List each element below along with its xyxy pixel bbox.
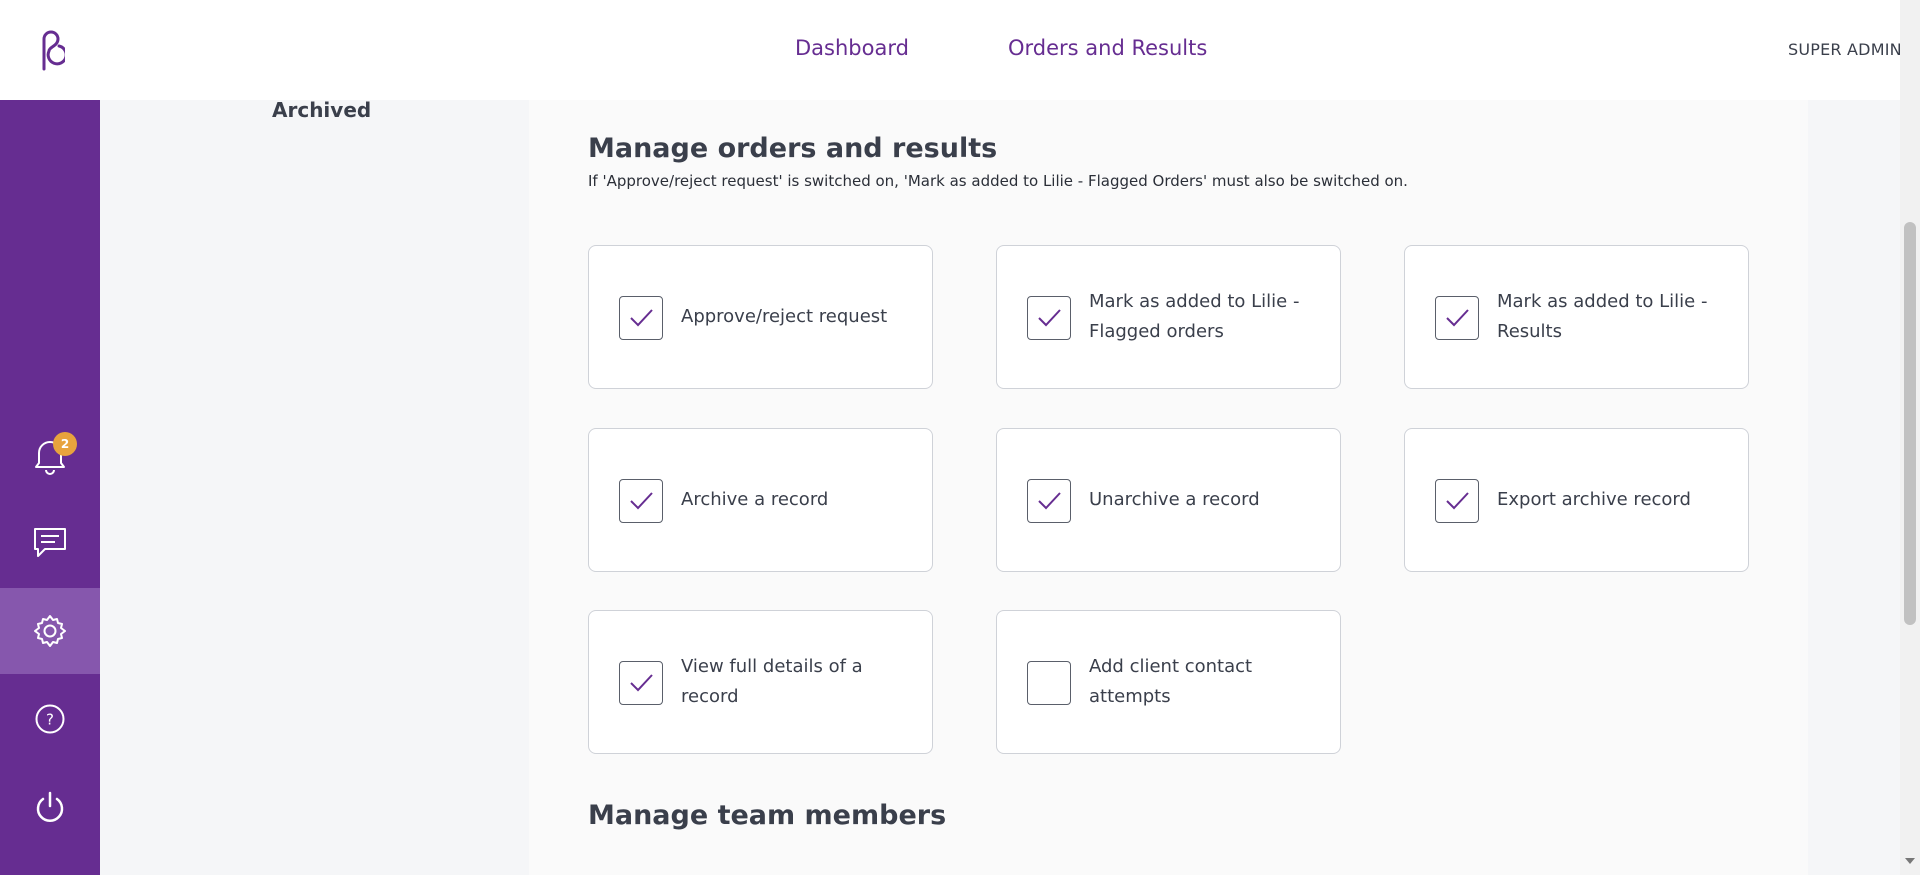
logo-icon [42,30,65,71]
permission-label: Approve/reject request [681,306,888,327]
help-icon: ? [35,704,65,734]
permission-checkbox[interactable] [1435,296,1479,340]
checkmark-icon [1038,309,1061,327]
gear-icon [34,615,66,647]
checkmark-icon [1038,492,1061,510]
permission-checkbox[interactable] [1027,661,1071,705]
orders-section-title: Manage orders and results [588,133,998,164]
permission-label: Mark as added to Lilie - Flagged orders [1089,291,1300,342]
nav-dashboard-link[interactable]: Dashboard [795,36,909,60]
permission-label: Unarchive a record [1089,489,1260,510]
nav-orders-results-link[interactable]: Orders and Results [1008,36,1207,60]
permission-card[interactable]: Unarchive a record [996,428,1341,572]
permission-label: View full details of a record [681,656,863,707]
scrollbar-thumb[interactable] [1904,222,1916,625]
permission-card[interactable]: Archive a record [588,428,933,572]
menu-item-archived[interactable]: Archived [272,98,371,122]
permission-card[interactable]: Mark as added to Lilie - Results [1404,245,1749,389]
permission-card[interactable]: Add client contact attempts [996,610,1341,754]
logo[interactable] [0,0,100,100]
permission-checkbox[interactable] [619,479,663,523]
notification-badge: 2 [53,432,77,456]
permission-label: Mark as added to Lilie - Results [1497,291,1708,342]
permission-card[interactable]: View full details of a record [588,610,933,754]
power-icon [36,791,64,822]
team-section-title: Manage team members [588,800,947,831]
vertical-scrollbar[interactable] [1900,0,1920,875]
permission-label: Add client contact attempts [1089,656,1253,707]
checkmark-icon [630,674,653,692]
messages-button[interactable] [0,500,100,586]
permission-checkbox[interactable] [1435,479,1479,523]
help-button[interactable]: ? [0,676,100,762]
permission-label: Export archive record [1497,489,1691,510]
top-nav-bar: Dashboard Orders and Results SUPER ADMIN… [100,0,1920,100]
permission-checkbox[interactable] [619,661,663,705]
permission-checkbox[interactable] [1027,296,1071,340]
notifications-button[interactable]: 2 [0,412,100,498]
chat-icon [34,528,66,557]
permission-checkbox[interactable] [619,296,663,340]
checkmark-icon [630,309,653,327]
svg-text:?: ? [46,711,54,729]
permission-card[interactable]: Export archive record [1404,428,1749,572]
sidebar: 2 ? [0,0,100,875]
permission-card[interactable]: Mark as added to Lilie - Flagged orders [996,245,1341,389]
scroll-down-arrow-icon[interactable] [1905,858,1915,864]
settings-button[interactable] [0,588,100,674]
permission-checkbox[interactable] [1027,479,1071,523]
checkmark-icon [1446,492,1469,510]
permission-label: Archive a record [681,489,829,510]
permission-card[interactable]: Approve/reject request [588,245,933,389]
logout-button[interactable] [0,764,100,850]
checkmark-icon [1446,309,1469,327]
checkmark-icon [630,492,653,510]
orders-section-note: If 'Approve/reject request' is switched … [588,172,1408,190]
